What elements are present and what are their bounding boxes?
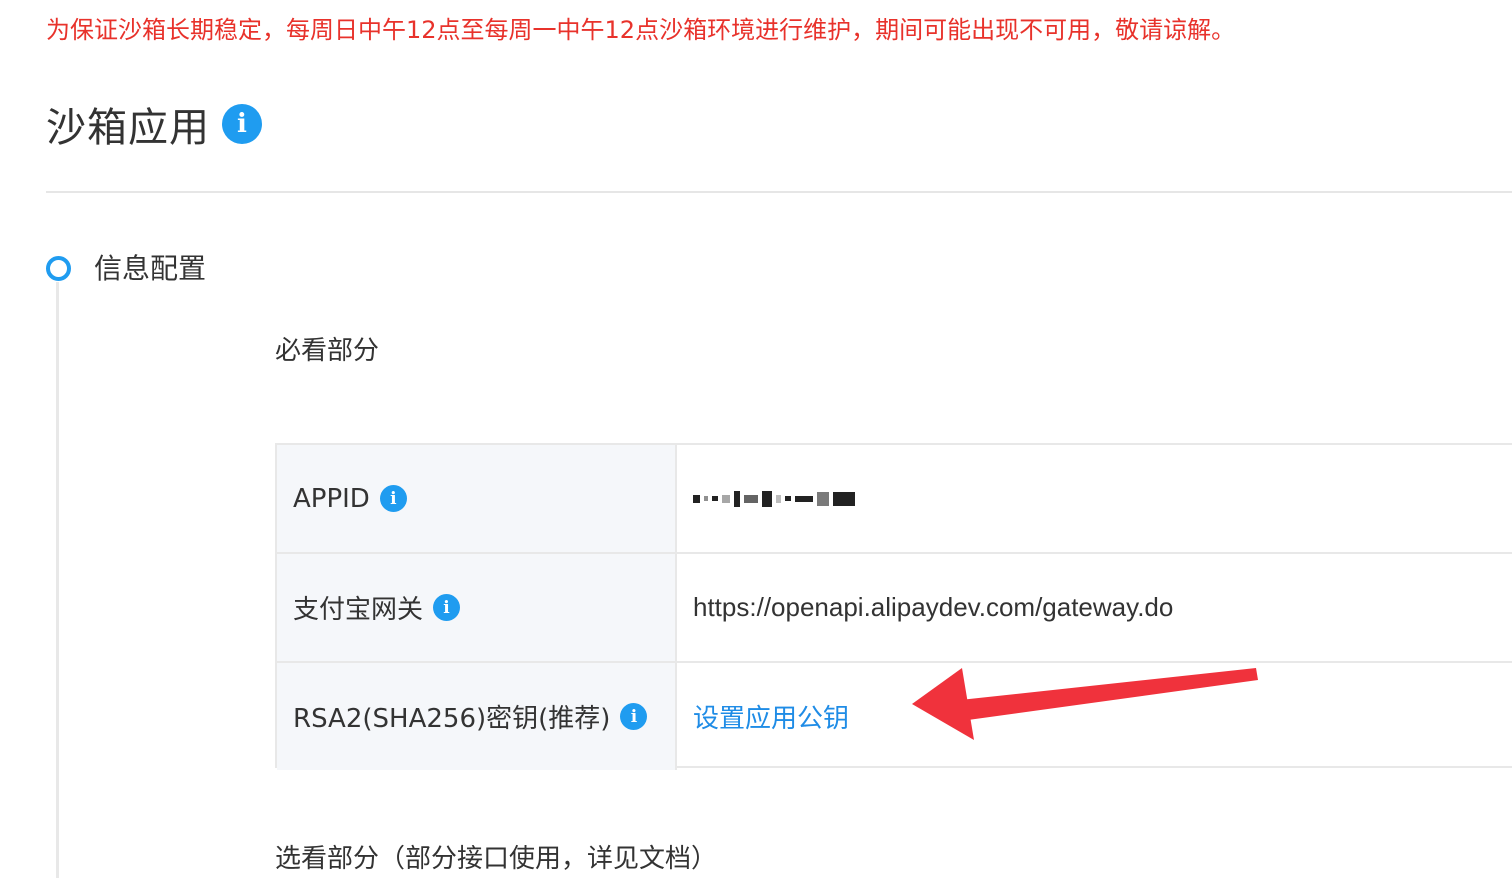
page-title: 沙箱应用	[46, 105, 210, 151]
table-row-gateway: 支付宝网关 i https://openapi.alipaydev.com/ga…	[277, 554, 1512, 663]
timeline-line	[56, 282, 59, 878]
page-header: 沙箱应用 i	[46, 96, 262, 152]
step-label-info-config: 信息配置	[94, 252, 207, 285]
rsa2-value-cell: 设置应用公钥	[677, 663, 1512, 770]
config-table: APPID i 支付宝网关 i https://openapi.alipayde…	[275, 443, 1512, 770]
appid-masked-value	[693, 489, 855, 509]
gateway-label: 支付宝网关	[293, 595, 424, 625]
info-icon[interactable]: i	[433, 594, 461, 621]
table-row-rsa2: RSA2(SHA256)密钥(推荐) i 设置应用公钥	[277, 663, 1512, 770]
section-required-title: 必看部分	[275, 336, 380, 366]
info-icon[interactable]: i	[379, 485, 407, 512]
info-icon[interactable]: i	[222, 104, 262, 144]
sandbox-app-page: 为保证沙箱长期稳定，每周日中午12点至每周一中午12点沙箱环境进行维护，期间可能…	[0, 0, 1512, 878]
rsa2-label-cell: RSA2(SHA256)密钥(推荐) i	[277, 663, 677, 770]
section-optional-title: 选看部分（部分接口使用，详见文档）	[275, 844, 718, 874]
gateway-url: https://openapi.alipaydev.com/gateway.do	[693, 592, 1174, 622]
info-icon[interactable]: i	[620, 703, 648, 730]
header-divider	[46, 191, 1512, 193]
appid-value-cell	[677, 445, 1512, 552]
appid-label: APPID	[293, 483, 370, 514]
maintenance-notice: 为保证沙箱长期稳定，每周日中午12点至每周一中午12点沙箱环境进行维护，期间可能…	[46, 16, 1236, 44]
table-row-appid: APPID i	[277, 445, 1512, 554]
gateway-label-cell: 支付宝网关 i	[277, 554, 677, 661]
set-app-public-key-link[interactable]: 设置应用公钥	[693, 698, 849, 735]
appid-label-cell: APPID i	[277, 445, 677, 552]
rsa2-label: RSA2(SHA256)密钥(推荐)	[293, 704, 611, 734]
timeline-step-dot	[46, 256, 71, 281]
gateway-value-cell: https://openapi.alipaydev.com/gateway.do	[677, 554, 1512, 661]
